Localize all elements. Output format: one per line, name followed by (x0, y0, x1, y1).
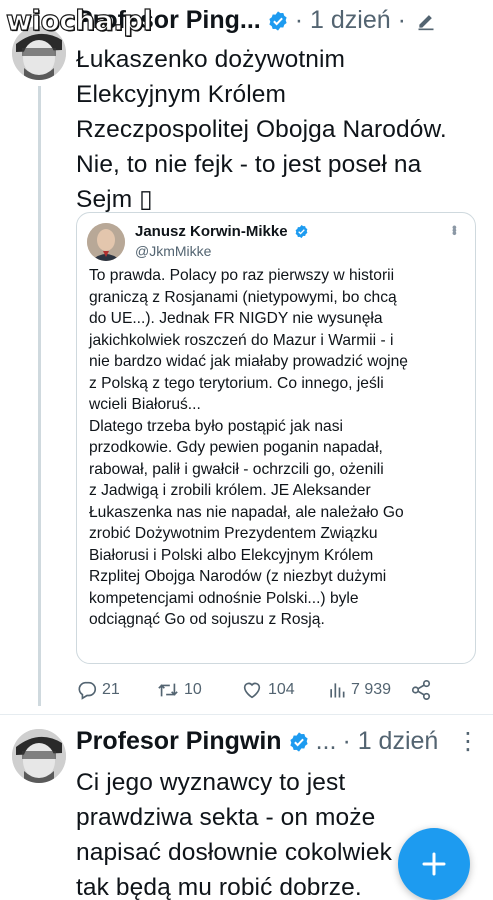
quote-line: jakichkolwiek roszczeń do Mazur i Warmii… (89, 331, 394, 349)
verified-badge-icon (294, 224, 309, 239)
views-button[interactable]: 7 939 (327, 679, 391, 701)
tweet-text-line: Elekcyjnym Królem (76, 81, 286, 108)
share-button[interactable] (410, 679, 436, 701)
quote-line: Łukaszenka nas nie napadał, ale należało… (89, 503, 404, 521)
tweet-text: Łukaszenko dożywotnim Elekcyjnym Królem … (76, 42, 479, 217)
quote-author-name: Janusz Korwin-Mikke (135, 223, 288, 240)
quote-line: Rzplitej Obojga Narodów (z niezbyt dużym… (89, 568, 387, 585)
quote-line: z Polską z tego terytorium. Co innego, j… (89, 374, 384, 392)
tweet[interactable]: Profesor Ping... · 1 dzień · Łukaszenko … (0, 0, 493, 715)
more-options-icon[interactable]: ••• (447, 225, 463, 234)
quoted-tweet[interactable]: Janusz Korwin-Mikke @JkmMikke ••• To pra… (76, 212, 476, 664)
tweet-text-line: Nie, to nie fejk - to jest poseł na (76, 151, 422, 178)
reply-count: 21 (102, 681, 120, 698)
quote-line: do UE...). Jednak FR NIGDY nie wysunęła (89, 310, 383, 327)
tweet-text-line: Rzeczpospolitej Obojga Narodów. (76, 116, 447, 143)
quote-line: rabował, palił i gwałcił - ochrzcili go,… (89, 460, 384, 478)
quote-line: zrobić Dożywotnim Prezydentem Związku (89, 525, 378, 542)
retweet-button[interactable]: 10 (156, 679, 202, 701)
tweet-time[interactable]: · 1 dzień · (295, 6, 406, 35)
ellipsis: ... (315, 727, 337, 755)
tweet-text-line: napisać dosłownie cokolwiek (76, 839, 392, 866)
quote-line: z Jadwigą i zrobili królem. JE Aleksande… (89, 482, 371, 499)
retweet-icon (158, 683, 178, 697)
retweet-count: 10 (184, 681, 202, 698)
verified-badge-icon (288, 731, 310, 753)
quote-line: odciągnąć Go od sojuszu z Rosją. (89, 611, 325, 628)
tweet-time[interactable]: · 1 dzień (342, 727, 438, 756)
like-button[interactable]: 104 (240, 679, 295, 701)
view-count: 7 939 (351, 681, 392, 698)
tweet-text-line: Ci jego wyznawcy to jest (76, 769, 346, 796)
like-count: 104 (268, 681, 295, 698)
quote-line: wcieli Białoruś... (89, 396, 201, 413)
quote-handle[interactable]: @JkmMikke (135, 243, 211, 259)
tweet-text: Ci jego wyznawcy to jest prawdziwa sekta… (76, 765, 436, 900)
reply-button[interactable]: 21 (76, 679, 120, 701)
tweet-header: Profesor Pingwin ... · 1 dzień ⋮ (76, 727, 481, 756)
author-name[interactable]: Profesor Pingwin (76, 727, 282, 756)
quote-line: przodkowie. Gdy pewien poganin napadał, (89, 439, 383, 456)
reply-icon (78, 681, 97, 700)
tweet-text-line: Łukaszenko dożywotnim (76, 46, 346, 73)
heart-icon (243, 682, 261, 699)
quote-line: Białorusi i Polski albo Elekcyjnym Króle… (89, 546, 374, 564)
quote-line: nie bardzo widać jak miałaby prowadzić w… (89, 353, 408, 370)
compose-button[interactable] (398, 828, 470, 900)
verified-badge-icon (267, 10, 289, 32)
thread-line (38, 86, 41, 706)
tweet-text-line: tak będą mu robić dobrze. (76, 874, 362, 900)
watermark: wiocha.pl (5, 3, 153, 37)
quote-line: To prawda. Polacy po raz pierwszy w hist… (89, 267, 395, 284)
more-options-icon[interactable]: ⋮ (456, 727, 481, 756)
quote-line: Dlatego trzeba było postąpić jak nasi (89, 417, 343, 435)
share-icon (411, 680, 431, 700)
quote-avatar[interactable] (87, 223, 125, 261)
tweet-actions: 21 10 104 7 939 (76, 676, 436, 704)
quote-author[interactable]: Janusz Korwin-Mikke (135, 223, 309, 240)
quote-line: kompetencjami odnośnie Polski...) byle (89, 589, 359, 607)
plus-icon (422, 852, 446, 876)
avatar[interactable] (12, 729, 66, 783)
edit-icon[interactable] (416, 11, 436, 31)
quote-body: To prawda. Polacy po raz pierwszy w hist… (89, 265, 467, 631)
tweet-text-line: prawdziwa sekta - on może (76, 804, 376, 831)
app-root: wiocha.pl Profesor Ping... · 1 dzień · Ł… (0, 0, 493, 900)
views-icon (330, 683, 345, 698)
quote-line: graniczą z Rosjanami (nietypowymi, bo ch… (89, 288, 397, 306)
